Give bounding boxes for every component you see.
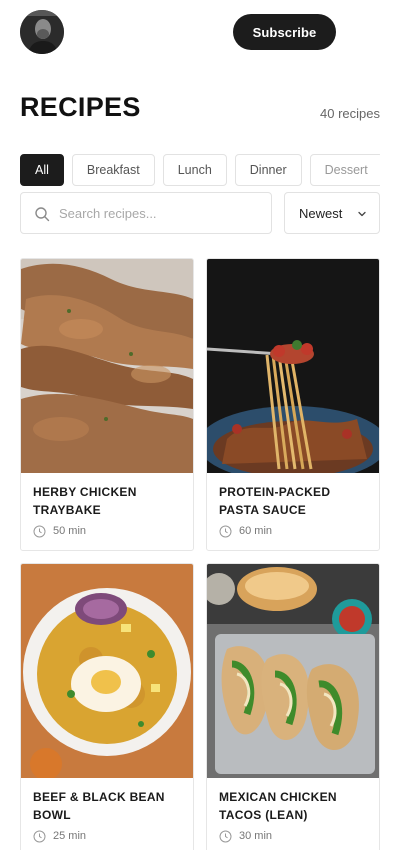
recipe-image bbox=[21, 259, 193, 473]
recipe-image bbox=[21, 564, 193, 778]
clock-icon bbox=[33, 830, 46, 843]
recipe-title: HERBY CHICKEN TRAYBAKE bbox=[33, 485, 137, 517]
page-title: RECIPES bbox=[20, 92, 141, 122]
recipe-meta: 50 min bbox=[33, 524, 181, 540]
search-input[interactable] bbox=[59, 194, 264, 232]
clock-icon bbox=[33, 525, 46, 538]
chevron-down-icon bbox=[358, 211, 366, 217]
filter-chip-all[interactable]: All bbox=[20, 154, 64, 186]
recipe-title: PROTEIN-PACKED PASTA SAUCE bbox=[219, 485, 331, 517]
search-icon bbox=[35, 207, 50, 222]
recipe-card-body: PROTEIN-PACKED PASTA SAUCE 60 min bbox=[207, 473, 379, 550]
clock-icon bbox=[219, 525, 232, 538]
recipe-count: 40 recipes bbox=[320, 106, 380, 121]
recipe-card[interactable]: MEXICAN CHICKEN TACOS (LEAN) 30 min bbox=[206, 563, 380, 850]
recipe-time: 25 min bbox=[53, 830, 87, 842]
recipe-meta: 60 min bbox=[219, 524, 367, 540]
sort-select[interactable]: Newest bbox=[284, 192, 380, 234]
filter-chip-dessert[interactable]: Dessert bbox=[309, 154, 380, 186]
recipe-image bbox=[207, 259, 379, 473]
sort-selected-value: Newest bbox=[299, 206, 343, 221]
recipe-title: BEEF & BLACK BEAN BOWL bbox=[33, 790, 165, 822]
recipe-title: MEXICAN CHICKEN TACOS (LEAN) bbox=[219, 790, 337, 822]
recipe-time: 60 min bbox=[239, 525, 273, 537]
filter-chip-dinner[interactable]: Dinner bbox=[234, 154, 302, 186]
search-box[interactable] bbox=[20, 192, 272, 234]
user-avatar-icon bbox=[20, 10, 64, 54]
recipe-meta: 30 min bbox=[219, 829, 367, 845]
recipe-meta: 25 min bbox=[33, 829, 181, 845]
recipe-card[interactable]: BEEF & BLACK BEAN BOWL 25 min bbox=[20, 563, 194, 850]
filter-chip-breakfast[interactable]: Breakfast bbox=[71, 154, 155, 186]
top-bar: Subscribe bbox=[0, 0, 400, 64]
recipe-card[interactable]: HERBY CHICKEN TRAYBAKE 50 min bbox=[20, 258, 194, 551]
avatar[interactable] bbox=[20, 10, 64, 54]
recipe-card-body: HERBY CHICKEN TRAYBAKE 50 min bbox=[21, 473, 193, 550]
recipe-time: 30 min bbox=[239, 830, 273, 842]
subscribe-button[interactable]: Subscribe bbox=[233, 14, 336, 50]
filter-chip-lunch[interactable]: Lunch bbox=[162, 154, 227, 186]
title-row: RECIPES 40 recipes bbox=[20, 92, 380, 128]
recipe-card-body: MEXICAN CHICKEN TACOS (LEAN) 30 min bbox=[207, 778, 379, 850]
recipe-image bbox=[207, 564, 379, 778]
clock-icon bbox=[219, 830, 232, 843]
category-filters: All Breakfast Lunch Dinner Dessert bbox=[20, 154, 380, 186]
recipe-card-body: BEEF & BLACK BEAN BOWL 25 min bbox=[21, 778, 193, 850]
recipe-card[interactable]: PROTEIN-PACKED PASTA SAUCE 60 min bbox=[206, 258, 380, 551]
recipe-time: 50 min bbox=[53, 525, 87, 537]
search-row: Newest bbox=[20, 192, 380, 234]
